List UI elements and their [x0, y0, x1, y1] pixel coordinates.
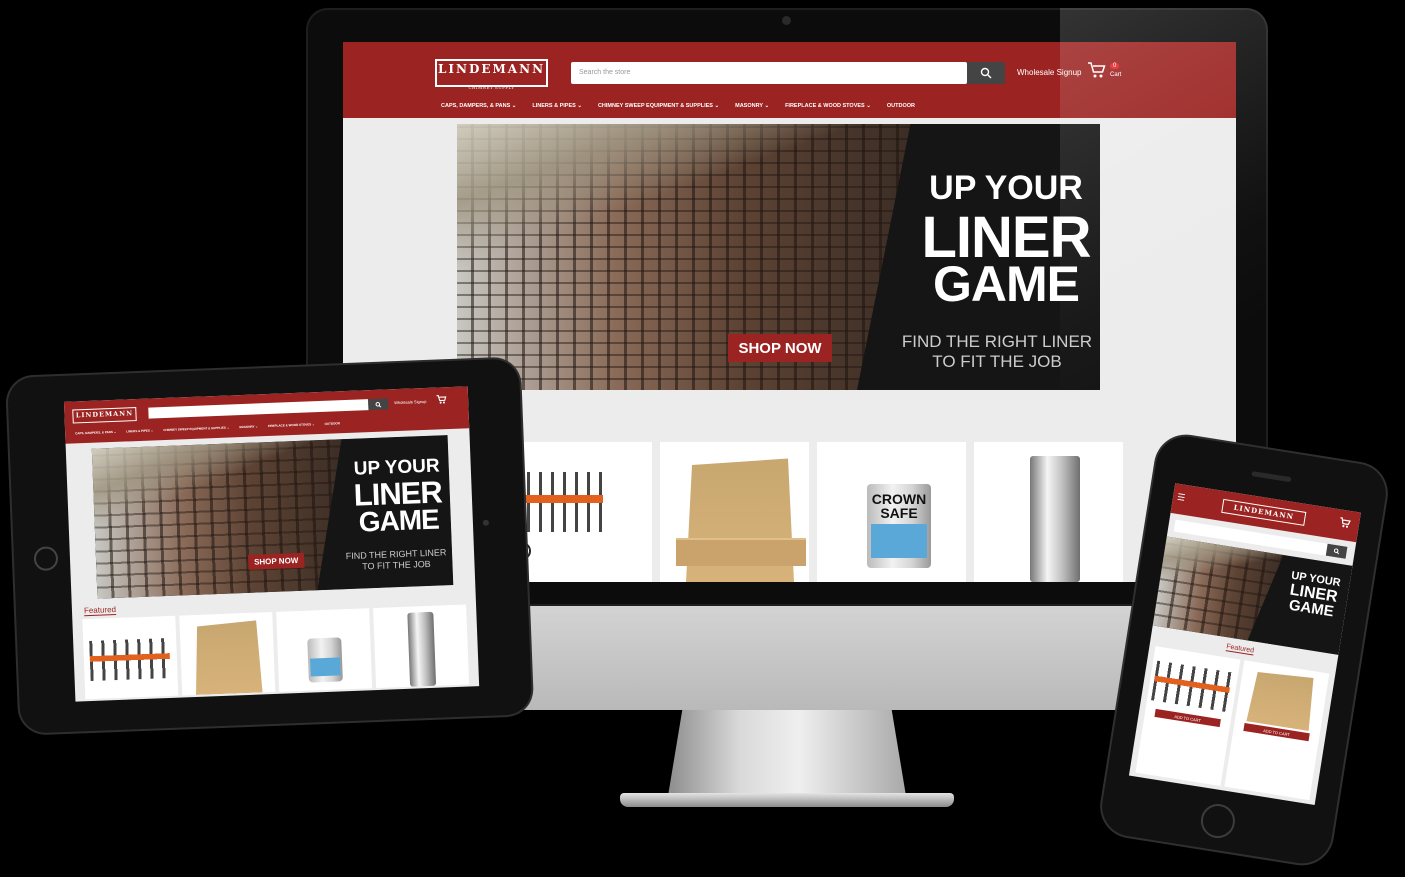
stainless-pipe-image: [1030, 456, 1080, 582]
tablet-nav-masonry[interactable]: MASONRY ⌄: [239, 424, 258, 429]
phone-home-button: [1198, 801, 1238, 841]
search-icon: [980, 67, 992, 79]
tablet-product-crown-safe[interactable]: [276, 608, 373, 692]
tablet-cart-button[interactable]: [436, 394, 447, 406]
shop-now-button[interactable]: SHOP NOW: [728, 334, 832, 362]
phone-screen: ☰ LINDEMANN UP YOUR LINER GAME Featured: [1128, 483, 1361, 805]
phone-search-button[interactable]: [1325, 543, 1348, 559]
tablet-screen: LINDEMANN Wholesale Signup CAPS, DAMPERS…: [63, 386, 480, 702]
phone-rod-kit-image: [1151, 660, 1233, 712]
search-button[interactable]: [967, 62, 1005, 84]
logo-tagline: CHIMNEY SUPPLY: [468, 85, 515, 90]
cart-icon: [1088, 62, 1106, 78]
cart-icon: [436, 395, 447, 404]
firebricks-stack-image: [676, 538, 806, 566]
cart-count-badge: 0: [1110, 63, 1120, 69]
nav-caps-dampers-pans[interactable]: CAPS, DAMPERS, & PANS ⌄: [441, 103, 516, 109]
product-card-firebricks[interactable]: [660, 442, 809, 582]
menu-icon[interactable]: ☰: [1176, 492, 1186, 504]
tablet-search-button[interactable]: [368, 398, 389, 411]
tablet-product-stainless-pipe[interactable]: [373, 604, 470, 689]
tablet-banner-headline-3: GAME: [358, 503, 440, 538]
can-text-1: CROWN: [871, 491, 927, 507]
nav-masonry[interactable]: MASONRY ⌄: [735, 103, 769, 109]
phone-featured-products: ADD TO CART ADD TO CART: [1135, 646, 1330, 801]
tablet-banner-photo: [91, 439, 350, 599]
phone-cart-button[interactable]: [1338, 516, 1352, 532]
can-text-2: SAFE: [880, 505, 918, 521]
tablet-can-label: [309, 657, 341, 677]
phone-firebricks-image: [1243, 665, 1321, 731]
nav-fireplace-wood-stoves[interactable]: FIREPLACE & WOOD STOVES ⌄: [785, 103, 871, 109]
tablet-firebricks-image: [189, 616, 266, 695]
wholesale-signup-link[interactable]: Wholesale Signup: [1017, 68, 1081, 77]
tablet-device: LINDEMANN Wholesale Signup CAPS, DAMPERS…: [7, 358, 533, 734]
tablet-site-logo[interactable]: LINDEMANN: [72, 407, 137, 424]
cart-label[interactable]: Cart: [1110, 72, 1121, 78]
banner-photo: [457, 124, 912, 390]
tablet-featured-products: [82, 604, 471, 700]
nav-outdoor[interactable]: OUTDOOR: [887, 103, 915, 109]
product-card-crown-safe[interactable]: CROWN SAFE: [817, 442, 966, 582]
tablet-rod-kit-image: [89, 637, 171, 682]
search-input[interactable]: Search the store: [571, 62, 967, 84]
tablet-home-button: [33, 546, 59, 572]
tablet-stainless-pipe-image: [407, 611, 437, 687]
phone-featured-heading: Featured: [1225, 643, 1255, 656]
phone-product-firebricks[interactable]: ADD TO CART: [1224, 660, 1330, 801]
banner-headline-3: GAME: [933, 256, 1080, 312]
search-placeholder: Search the store: [579, 69, 631, 76]
banner-headline-1: UP YOUR: [929, 169, 1083, 207]
search-icon: [375, 401, 382, 408]
monitor-stand-base: [620, 793, 954, 807]
tablet-product-firebricks[interactable]: [179, 611, 276, 696]
monitor-camera: [782, 16, 791, 25]
tablet-shop-now-button[interactable]: SHOP NOW: [247, 552, 305, 570]
hero-banner[interactable]: UP YOUR LINER GAME FIND THE RIGHT LINER …: [457, 124, 1100, 390]
nav-chimney-sweep-equipment[interactable]: CHIMNEY SWEEP EQUIPMENT & SUPPLIES ⌄: [598, 103, 719, 109]
tablet-crown-safe-can-image: [307, 637, 343, 683]
tablet-product-rod-kit[interactable]: [82, 615, 179, 700]
cart-icon: [1340, 517, 1351, 528]
main-nav: CAPS, DAMPERS, & PANS ⌄ LINERS & PIPES ⌄…: [441, 103, 915, 109]
banner-subline-1: FIND THE RIGHT LINER: [901, 332, 1093, 351]
tablet-hero-banner[interactable]: UP YOUR LINER GAME FIND THE RIGHT LINER …: [91, 435, 454, 599]
featured-products: CROWN SAFE: [503, 442, 1123, 582]
tablet-featured-heading: Featured: [83, 604, 117, 617]
monitor-stand: [668, 710, 906, 796]
tablet-camera: [482, 519, 490, 526]
cart-button[interactable]: [1087, 61, 1107, 84]
phone-speaker: [1251, 471, 1292, 483]
site-logo[interactable]: LINDEMANN CHIMNEY SUPPLY: [435, 59, 548, 90]
crown-safe-can-image: CROWN SAFE: [867, 484, 931, 568]
phone-add-to-cart-button[interactable]: ADD TO CART: [1154, 708, 1221, 728]
logo-text: LINDEMANN: [437, 62, 546, 76]
banner-subline-2: TO FIT THE JOB: [932, 352, 1062, 371]
can-label: [871, 524, 927, 558]
phone-product-rod-kit[interactable]: ADD TO CART: [1135, 646, 1241, 786]
search-icon: [1333, 548, 1340, 555]
product-card-stainless-pipe[interactable]: [974, 442, 1123, 582]
nav-liners-pipes[interactable]: LINERS & PIPES ⌄: [532, 103, 582, 109]
tablet-logo-text: LINDEMANN: [75, 409, 134, 420]
tablet-nav-outdoor[interactable]: OUTDOOR: [324, 421, 339, 426]
